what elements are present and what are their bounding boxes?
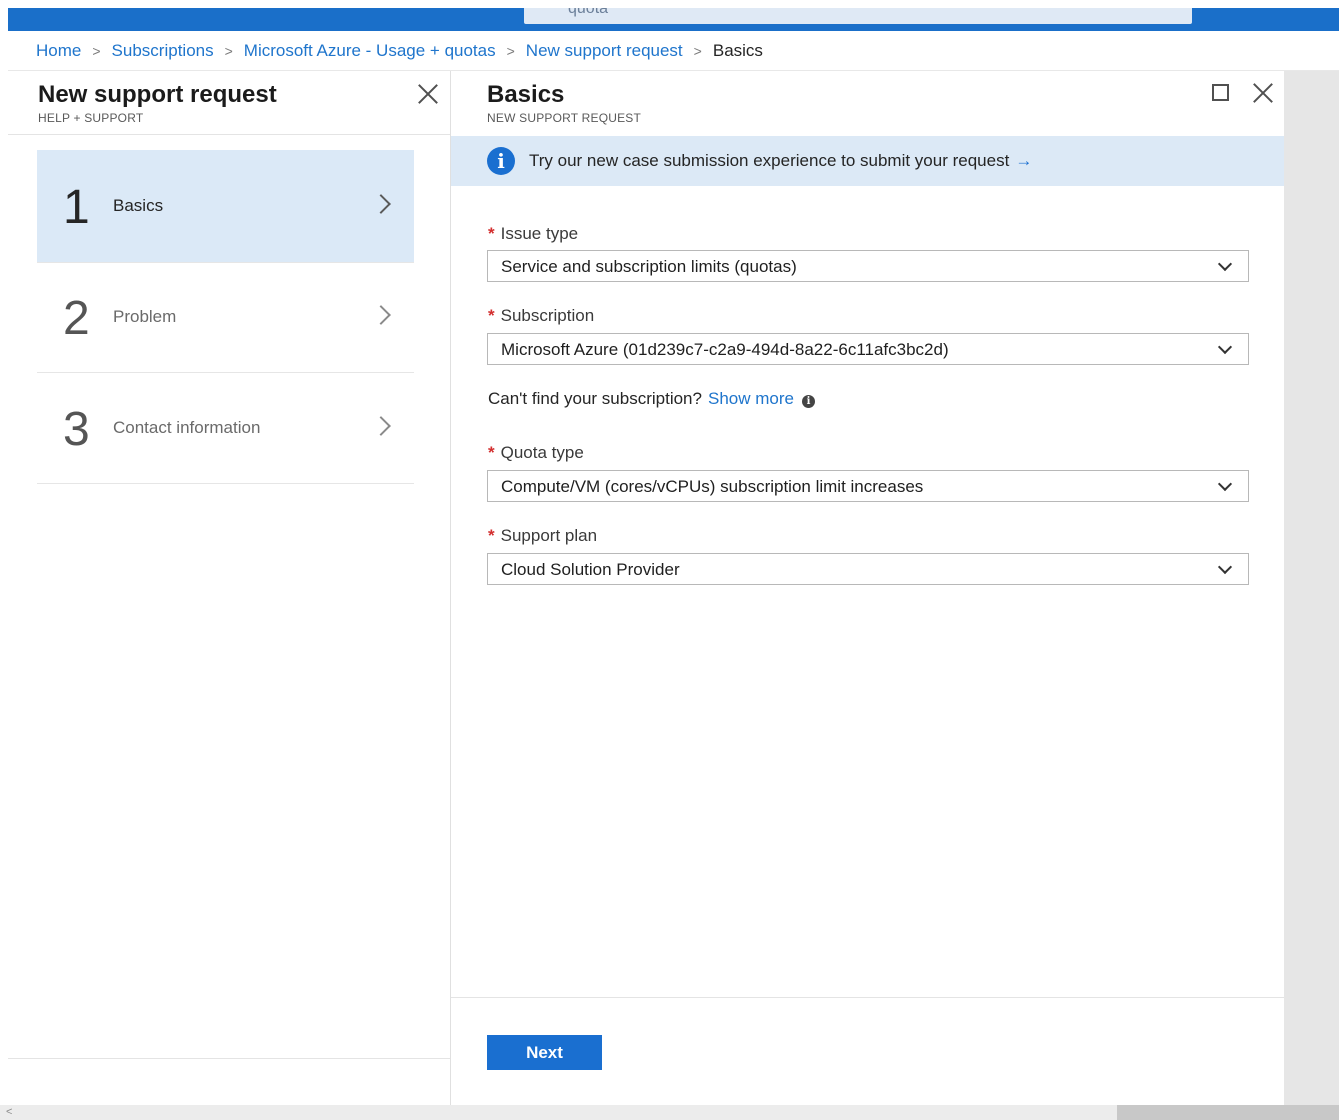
- support-plan-value: Cloud Solution Provider: [501, 560, 680, 579]
- scrollbar-thumb[interactable]: [1117, 1105, 1339, 1120]
- step-label: Problem: [113, 307, 177, 326]
- close-icon[interactable]: [417, 83, 439, 105]
- required-icon: *: [488, 526, 495, 545]
- required-icon: *: [488, 443, 495, 462]
- breadcrumb: Home > Subscriptions > Microsoft Azure -…: [36, 40, 763, 62]
- step-divider: [37, 483, 414, 484]
- quota-type-value: Compute/VM (cores/vCPUs) subscription li…: [501, 477, 924, 496]
- required-icon: *: [488, 224, 495, 243]
- horizontal-scrollbar[interactable]: <: [0, 1105, 1339, 1120]
- support-plan-label: * Support plan: [488, 526, 597, 546]
- next-button[interactable]: Next: [487, 1035, 602, 1070]
- step-number: 2: [63, 292, 90, 345]
- header-divider: [8, 134, 450, 135]
- issue-type-label: * Issue type: [488, 224, 578, 244]
- breadcrumb-new-support-request[interactable]: New support request: [526, 41, 683, 61]
- blade-title: Basics: [487, 81, 565, 108]
- maximize-icon[interactable]: [1212, 84, 1229, 101]
- background-panel: [1284, 71, 1339, 1105]
- step-number: 3: [63, 403, 90, 456]
- step-basics[interactable]: 1 Basics: [37, 150, 414, 262]
- chevron-right-icon: [371, 416, 391, 436]
- breadcrumb-separator-icon: >: [224, 43, 233, 59]
- footer-divider: [8, 1058, 450, 1059]
- issue-type-dropdown[interactable]: Service and subscription limits (quotas): [487, 250, 1249, 282]
- support-plan-label-text: Support plan: [500, 526, 598, 545]
- support-plan-dropdown[interactable]: Cloud Solution Provider: [487, 553, 1249, 585]
- search-input[interactable]: quota: [524, 8, 1192, 24]
- show-more-link[interactable]: Show more: [708, 389, 794, 408]
- arrow-right-icon: →: [1015, 151, 1033, 170]
- chevron-down-icon: [1217, 476, 1233, 492]
- breadcrumb-subscriptions[interactable]: Subscriptions: [112, 41, 214, 61]
- quota-type-label: * Quota type: [488, 443, 584, 463]
- footer-divider: [451, 997, 1285, 998]
- required-icon: *: [488, 306, 495, 325]
- chevron-right-icon: [371, 194, 391, 214]
- step-contact-information[interactable]: 3 Contact information: [37, 372, 414, 484]
- step-label: Contact information: [113, 418, 261, 437]
- close-icon[interactable]: [1252, 82, 1274, 104]
- breadcrumb-separator-icon: >: [693, 43, 702, 59]
- banner-text: Try our new case submission experience t…: [529, 151, 1010, 170]
- quota-type-dropdown[interactable]: Compute/VM (cores/vCPUs) subscription li…: [487, 470, 1249, 502]
- subscription-dropdown[interactable]: Microsoft Azure (01d239c7-c2a9-494d-8a22…: [487, 333, 1249, 365]
- issue-type-value: Service and subscription limits (quotas): [501, 257, 797, 276]
- chevron-down-icon: [1217, 559, 1233, 575]
- blade-subtitle: NEW SUPPORT REQUEST: [487, 111, 642, 125]
- help-text: Can't find your subscription?: [488, 389, 702, 408]
- chevron-right-icon: [371, 305, 391, 325]
- basics-blade: Basics NEW SUPPORT REQUEST i Try our new…: [450, 71, 1285, 1105]
- search-text: quota: [568, 8, 609, 17]
- step-number: 1: [63, 181, 90, 234]
- banner-link[interactable]: Try our new case submission experience t…: [529, 151, 1032, 171]
- top-strip: [0, 0, 1339, 8]
- blade-subtitle: HELP + SUPPORT: [38, 111, 144, 125]
- support-request-blade: New support request HELP + SUPPORT 1 Bas…: [8, 71, 450, 1105]
- chevron-down-icon: [1217, 256, 1233, 272]
- breadcrumb-separator-icon: >: [92, 43, 101, 59]
- info-icon: i: [487, 147, 515, 175]
- step-problem[interactable]: 2 Problem: [37, 261, 414, 373]
- breadcrumb-current: Basics: [712, 41, 763, 60]
- info-icon[interactable]: i: [801, 395, 815, 408]
- info-banner[interactable]: i Try our new case submission experience…: [451, 136, 1285, 186]
- subscription-label-text: Subscription: [500, 306, 595, 325]
- scroll-left-icon[interactable]: <: [6, 1106, 12, 1118]
- subscription-help: Can't find your subscription? Show more i: [488, 389, 815, 409]
- chevron-down-icon: [1217, 339, 1233, 355]
- quota-type-label-text: Quota type: [500, 443, 584, 462]
- breadcrumb-home[interactable]: Home: [36, 41, 81, 61]
- breadcrumb-usage-quotas[interactable]: Microsoft Azure - Usage + quotas: [244, 41, 496, 61]
- step-label: Basics: [113, 196, 164, 215]
- breadcrumb-separator-icon: >: [506, 43, 515, 59]
- subscription-label: * Subscription: [488, 306, 594, 326]
- blade-title: New support request: [38, 81, 277, 108]
- issue-type-label-text: Issue type: [500, 224, 579, 243]
- subscription-value: Microsoft Azure (01d239c7-c2a9-494d-8a22…: [501, 340, 949, 359]
